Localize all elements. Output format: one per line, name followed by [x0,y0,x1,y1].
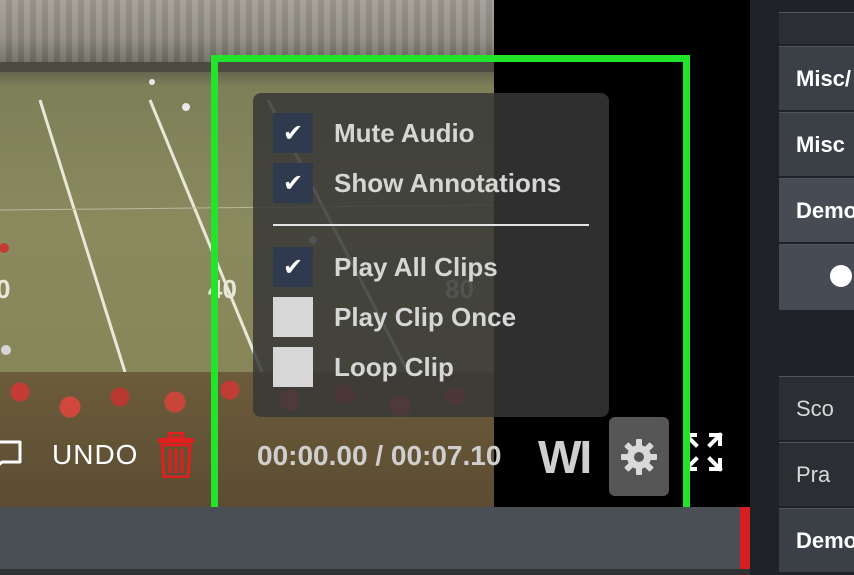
loop-clip-checkbox[interactable] [273,347,313,387]
gear-icon [621,438,657,475]
sidebar-item[interactable]: Pra [779,442,854,506]
radio-button[interactable] [830,265,852,287]
option-play-clip-once[interactable]: Play Clip Once [273,297,516,337]
timeline-marker[interactable] [740,507,750,569]
option-label: Loop Clip [334,351,454,382]
option-label: Play Clip Once [334,301,517,332]
sidebar-item[interactable]: Demo [779,178,854,242]
sidebar: Misc/ Misc Demo Sco Pra Demo [750,0,854,575]
option-label: Play All Clips [334,251,498,282]
field-number: 40 [208,274,237,304]
mute-audio-checkbox[interactable]: ✔ [273,113,313,153]
check-icon: ✔ [282,169,304,197]
check-icon: ✔ [282,119,304,147]
option-play-all-clips[interactable]: ✔ Play All Clips [273,247,498,287]
field-number: 0 [0,274,10,304]
play-all-clips-checkbox[interactable]: ✔ [273,247,313,287]
settings-button[interactable] [609,417,669,496]
player [0,243,9,253]
timeline-track[interactable] [0,507,750,569]
sidebar-item[interactable]: Demo [779,508,854,572]
sidebar-item[interactable]: Sco [779,376,854,440]
option-label: Show Annotations [334,167,562,198]
menu-divider [273,224,589,226]
undo-button[interactable]: UNDO [52,439,138,471]
settings-popup: ✔ Mute Audio ✔ Show Annotations ✔ Play A… [253,93,609,417]
bottom-strip [0,569,750,575]
sidebar-item[interactable]: Misc [779,112,854,176]
comment-icon[interactable] [0,440,24,470]
yard-line [148,99,264,373]
player [1,345,11,355]
option-label: Mute Audio [334,117,475,148]
trash-icon[interactable] [157,432,195,478]
fullscreen-icon[interactable] [683,432,723,472]
show-annotations-checkbox[interactable]: ✔ [273,163,313,203]
player [149,79,155,85]
check-icon: ✔ [282,253,304,281]
option-loop-clip[interactable]: Loop Clip [273,347,454,387]
yard-line [38,99,127,373]
option-show-annotations[interactable]: ✔ Show Annotations [273,163,561,203]
time-readout: 00:00.00 / 00:07.10 [257,440,502,471]
video-player[interactable]: 0 40 80 ✔ Mute Audio ✔ Show Annotations … [0,0,750,507]
player [182,103,190,111]
sidebar-header [779,12,854,44]
play-clip-once-checkbox[interactable] [273,297,313,337]
sidebar-item[interactable]: Misc/ [779,46,854,110]
option-mute-audio[interactable]: ✔ Mute Audio [273,113,475,153]
quality-label[interactable]: WI [538,430,592,484]
